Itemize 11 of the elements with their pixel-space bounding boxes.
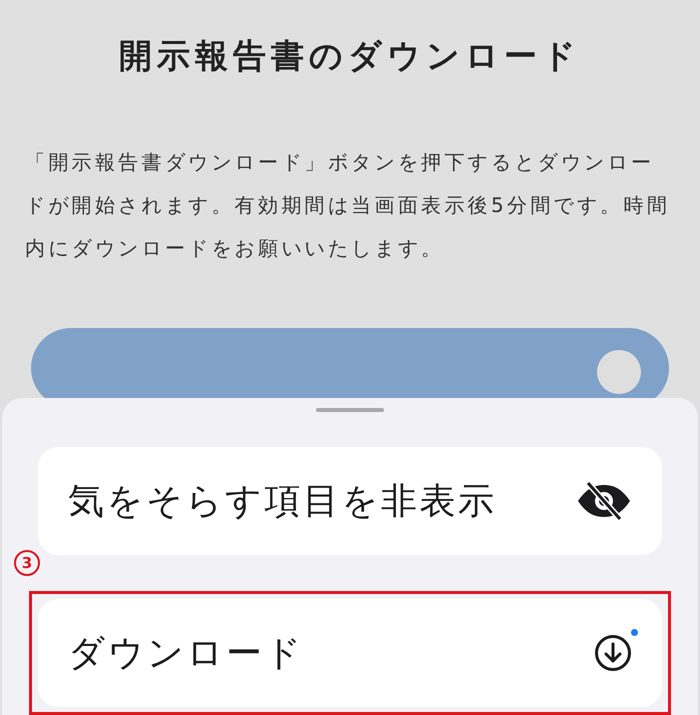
download-icon <box>594 634 632 672</box>
menu-item[interactable]: ダウンロード <box>38 599 662 707</box>
menu-item-label: 気をそらす項目を非表示 <box>68 480 496 524</box>
menu-item-label: ダウンロード <box>68 632 304 676</box>
menu-item[interactable]: 気をそらす項目を非表示 <box>38 447 662 555</box>
step-number: 3 <box>14 550 40 576</box>
description-text: 「開示報告書ダウンロード」ボタンを押下するとダウンロードが開始されます。有効期間は当画面表示後5分間です。時間内にダウンロードをお願いいたします。 <box>25 149 672 262</box>
round-knob-icon <box>597 350 641 394</box>
eye-slash-icon <box>576 481 632 521</box>
page-title: 開示報告書のダウンロード <box>119 35 581 77</box>
sheet-handle[interactable] <box>316 408 384 412</box>
